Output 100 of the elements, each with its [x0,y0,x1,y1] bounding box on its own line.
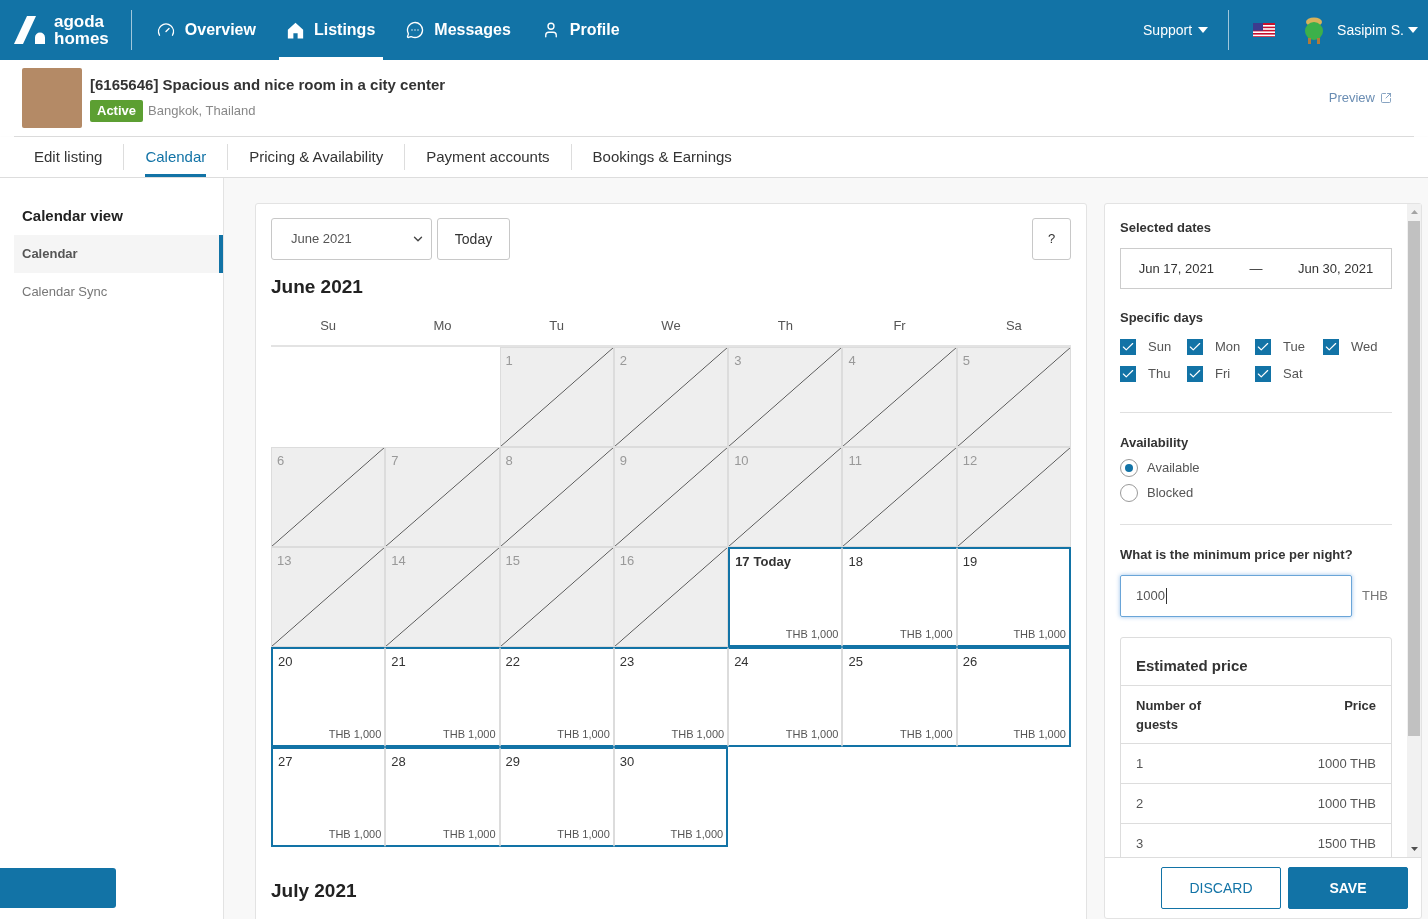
calendar-day[interactable]: 30 THB 1,000 [613,747,729,847]
table-cell-text: 1000 THB [1317,754,1376,773]
today-label: Today [753,554,791,570]
day-number: 20 [278,654,293,670]
radio-label: Available [1147,460,1200,476]
nav-item[interactable]: Overview [148,0,264,60]
scrollbar-track[interactable] [1407,204,1421,857]
day-number: 11 [848,453,862,469]
day-number: 7 [391,453,399,469]
nav-item[interactable]: Profile [533,0,628,60]
caret-down-icon[interactable] [1410,847,1418,851]
calendar-day[interactable]: 19 THB 1,000 [956,547,1071,647]
weekday-label: Tu [549,317,565,336]
day-number: 29 [505,754,521,770]
checkbox[interactable] [1255,339,1271,355]
calendar-day[interactable]: 25 THB 1,000 [842,647,957,747]
day-number: 5 [962,353,970,369]
flag-icon[interactable] [1253,23,1276,37]
tab[interactable]: Calendar [145,137,207,177]
checkbox[interactable] [1120,339,1136,355]
support-menu[interactable]: Support [1143,19,1209,41]
day-price: THB 1,000 [900,727,953,741]
checkbox[interactable] [1120,366,1136,382]
weekday-label: Mo [433,317,452,336]
sidebar-item[interactable]: Calendar [14,235,223,273]
weekday-label: Fr [893,317,906,336]
day-price: THB 1,000 [900,627,953,641]
tab[interactable]: Bookings & Earnings [592,137,732,177]
status-badge: Active [90,99,144,122]
discard-button[interactable]: DISCARD [1161,867,1281,909]
today-button[interactable]: Today [437,218,510,260]
month-heading: July 2021 [271,879,358,903]
section-label: Selected dates [1120,220,1213,236]
calendar-day[interactable]: 23 THB 1,000 [613,647,729,747]
save-button[interactable]: SAVE [1288,867,1408,909]
photo-placeholder [22,68,82,128]
calendar-day[interactable]: 20 THB 1,000 [271,647,386,747]
tab[interactable]: Pricing & Availability [249,137,384,177]
calendar-day[interactable]: 26 THB 1,000 [956,647,1071,747]
checkbox-label: Sat [1283,366,1303,382]
price-input[interactable]: 1000 [1120,575,1352,617]
currency-label: THB [1362,587,1388,606]
table-cell-text: 1 [1136,754,1144,773]
day-number: 25 [848,654,863,670]
calendar-day[interactable]: 17 Today THB 1,000 [728,547,843,647]
day-number: 27 [278,754,293,770]
weekday-label: Su [320,317,337,336]
checkmark-icon [1256,340,1270,354]
calendar-day[interactable]: 18 THB 1,000 [842,547,957,647]
column-header: Number of guests [1136,697,1202,734]
logo-mark-icon [14,16,47,44]
calendar-day[interactable]: 21 THB 1,000 [385,647,500,747]
checkbox[interactable] [1187,366,1203,382]
help-button[interactable]: ? [1032,218,1071,260]
column-header: Price [1344,697,1376,715]
external-link-icon [1380,92,1392,104]
card-title: Estimated price [1136,656,1248,677]
checkbox-label: Thu [1148,366,1171,382]
calendar-day[interactable]: 28 THB 1,000 [385,747,500,847]
day-number: 10 [734,453,749,469]
day-number: 6 [277,453,285,469]
day-number: 8 [505,453,513,469]
checkbox[interactable] [1187,339,1203,355]
chat-bubble-icon [406,21,425,39]
day-number: 1 [505,353,513,369]
calendar-day[interactable]: 27 THB 1,000 [271,747,386,847]
preview-link[interactable]: Preview [1328,88,1392,108]
weekday-label: Sa [1005,317,1022,336]
day-number: 12 [962,453,978,469]
house-icon [286,21,304,39]
scrollbar-thumb[interactable] [1408,221,1420,736]
calendar-day[interactable]: 22 THB 1,000 [499,647,614,747]
checkmark-icon [1188,340,1202,354]
checkbox[interactable] [1255,366,1271,382]
calendar-day[interactable]: 29 THB 1,000 [499,747,614,847]
date-range-field[interactable]: Jun 17, 2021 — Jun 30, 2021 [1120,248,1392,289]
checkbox-label: Sun [1148,339,1172,355]
listing-title: [6165646] Spacious and nice room in a city center [90,74,446,94]
nav-item[interactable]: Listings [278,0,384,60]
day-number: 23 [619,654,635,670]
checkmark-icon [1256,367,1270,381]
weekday-label: We [661,317,681,336]
section-label: Availability [1120,435,1190,451]
calendar-day[interactable]: 24 THB 1,000 [728,647,843,747]
month-select[interactable]: June 2021 [271,218,432,260]
tab[interactable]: Payment accounts [426,137,550,177]
caret-down-icon [1198,27,1209,33]
table-cell-text: 2 [1136,794,1144,813]
user-menu[interactable]: Sasipim S. [1337,19,1418,41]
sidebar-item[interactable]: Calendar Sync [14,273,223,311]
checkbox-label: Wed [1351,339,1378,355]
day-number: 26 [962,654,978,670]
checkbox[interactable] [1323,339,1339,355]
day-number: 24 [734,654,749,670]
day-number: 4 [848,353,856,369]
day-number: 13 [277,553,292,569]
day-price: THB 1,000 [785,727,839,741]
nav-item[interactable]: Messages [398,0,519,60]
tab[interactable]: Edit listing [34,137,103,177]
checkmark-icon [1188,367,1202,381]
